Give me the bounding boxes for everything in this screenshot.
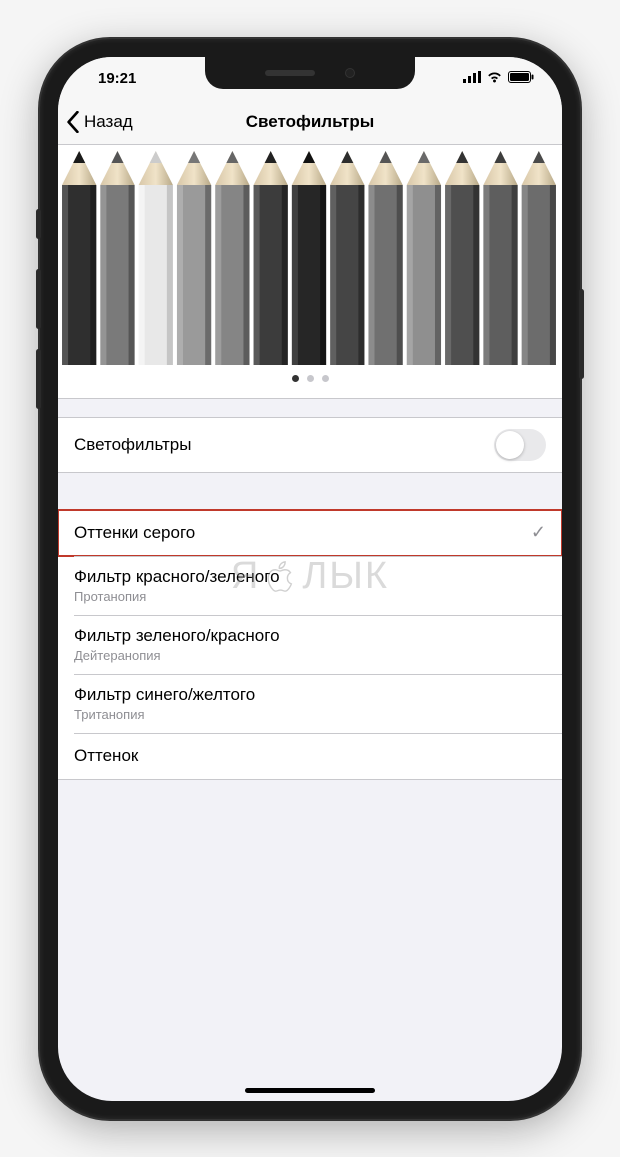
filter-option-protanopia[interactable]: Фильтр красного/зеленого Протанопия	[58, 556, 562, 615]
filter-option-deuteranopia[interactable]: Фильтр зеленого/красного Дейтеранопия	[58, 615, 562, 674]
page-indicator[interactable]	[58, 365, 562, 399]
wifi-icon	[486, 70, 503, 87]
toggle-label: Светофильтры	[74, 435, 191, 455]
page-dot-3	[322, 375, 329, 382]
status-time: 19:21	[98, 70, 136, 87]
volume-down-button	[36, 349, 41, 409]
filter-label: Фильтр зеленого/красного	[74, 626, 280, 646]
filter-sublabel: Тританопия	[74, 707, 255, 722]
filter-sublabel: Протанопия	[74, 589, 280, 604]
toggle-group: Светофильтры	[58, 417, 562, 473]
filter-options: Оттенки серого ✓ Фильтр красного/зеленог…	[58, 509, 562, 780]
battery-icon	[508, 70, 534, 87]
screen: 19:21 Назад Светофильтры	[58, 57, 562, 1101]
page-dot-2	[307, 375, 314, 382]
notch	[205, 57, 415, 89]
filter-label: Фильтр красного/зеленого	[74, 567, 280, 587]
chevron-left-icon	[66, 111, 80, 133]
power-button	[579, 289, 584, 379]
back-button[interactable]: Назад	[66, 111, 133, 133]
page-title: Светофильтры	[58, 112, 562, 132]
pencils-illustration	[58, 145, 562, 365]
filter-option-grayscale[interactable]: Оттенки серого ✓	[58, 510, 562, 556]
color-filters-toggle-row: Светофильтры	[58, 418, 562, 472]
volume-up-button	[36, 269, 41, 329]
filter-preview[interactable]	[58, 145, 562, 399]
back-label: Назад	[84, 112, 133, 132]
mute-switch	[36, 209, 41, 239]
filter-option-tritanopia[interactable]: Фильтр синего/желтого Тританопия	[58, 674, 562, 733]
color-filters-toggle[interactable]	[494, 429, 546, 461]
filter-option-tint[interactable]: Оттенок	[58, 733, 562, 779]
filter-label: Оттенок	[74, 746, 138, 766]
page-dot-1	[292, 375, 299, 382]
phone-frame: 19:21 Назад Светофильтры	[40, 39, 580, 1119]
front-camera	[345, 68, 355, 78]
home-indicator[interactable]	[245, 1088, 375, 1093]
filter-label: Оттенки серого	[74, 523, 195, 543]
filter-sublabel: Дейтеранопия	[74, 648, 280, 663]
filter-label: Фильтр синего/желтого	[74, 685, 255, 705]
cellular-icon	[463, 70, 481, 87]
nav-bar: Назад Светофильтры	[58, 101, 562, 145]
speaker-grille	[265, 70, 315, 76]
checkmark-icon: ✓	[531, 522, 546, 543]
